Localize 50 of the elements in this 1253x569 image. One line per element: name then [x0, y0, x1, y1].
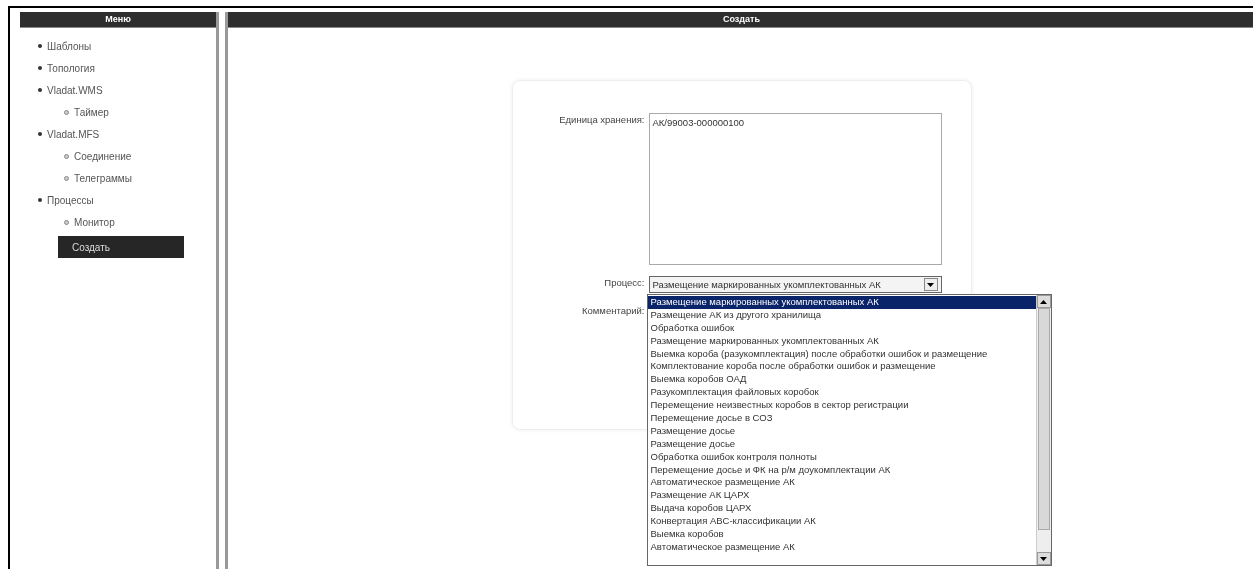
sidebar-item[interactable]: Процессы [38, 192, 94, 208]
bullet-icon [64, 219, 69, 225]
bullet-icon [64, 153, 69, 159]
bullet-icon [38, 66, 42, 70]
dropdown-option[interactable]: Разукомплектация файловых коробок [647, 386, 1036, 400]
sidebar-item[interactable]: Монитор [64, 214, 115, 230]
bullet-icon [38, 198, 42, 202]
field-label: Комментарий: [581, 304, 646, 318]
sidebar-item[interactable]: Телеграммы [64, 170, 132, 186]
bullet-icon [64, 175, 69, 181]
dropdown-option[interactable]: Автоматическое размещение АК [647, 540, 1036, 554]
sidebar-item[interactable]: Создать [58, 236, 184, 258]
bullet-icon [38, 132, 42, 136]
dropdown-option[interactable]: Размещение маркированных укомплектованных АК [647, 296, 1036, 309]
dropdown-option[interactable]: Конвертация ABC-классификации АК [647, 515, 1036, 529]
bullet-icon [38, 44, 42, 48]
dropdown-option[interactable]: Размещение АК из другого хранилища [647, 308, 1036, 322]
field-label: Единица хранения: [558, 113, 646, 127]
bullet-icon [38, 88, 42, 92]
sidebar-item[interactable]: Vladat.MFS [38, 126, 100, 142]
dropdown-option[interactable]: Перемещение досье в СОЗ [647, 412, 1036, 425]
scrollbar[interactable] [1035, 295, 1051, 565]
scroll-down-icon[interactable] [1036, 552, 1051, 565]
dropdown-option[interactable]: Перемещение досье и ФК на р/м доукомплектации АК [647, 463, 1036, 477]
dropdown-option[interactable]: Размещение АК ЦАРХ [647, 489, 1036, 503]
dropdown-option[interactable]: Перемещение неизвестных коробов в сектор регистрации [647, 399, 1036, 412]
dropdown-option[interactable]: Комплектование короба после обработки ошибок и размещение [647, 360, 1036, 374]
dropdown-option[interactable]: Выемка короба (разукомплектация) после обработки ошибок и размещение [647, 347, 1036, 361]
dropdown-option[interactable]: Обработка ошибок [647, 321, 1036, 335]
sidebar-item[interactable]: Vladat.WMS [38, 82, 103, 98]
dropdown-option[interactable]: Выемка коробов [647, 528, 1036, 541]
dropdown-option[interactable]: Размещение досье [647, 424, 1036, 438]
sidebar-item[interactable]: Топология [38, 60, 95, 76]
dropdown-option[interactable]: Размещение маркированных укомплектованных АК [647, 334, 1036, 348]
dropdown-option[interactable]: Размещение досье [647, 437, 1036, 451]
dropdown-option[interactable]: Выдача коробов ЦАРХ [647, 502, 1036, 516]
menu-header: Меню [20, 12, 216, 28]
sidebar-item[interactable]: Шаблоны [38, 38, 92, 54]
dropdown-option[interactable]: Обработка ошибок контроля полноты [647, 450, 1036, 464]
scroll-up-icon[interactable] [1036, 295, 1051, 308]
dropdown-option[interactable]: Автоматическое размещение АК [647, 476, 1036, 490]
process-dropdown[interactable]: Размещение маркированных укомплектованных АК [648, 276, 942, 293]
scroll-thumb[interactable] [1037, 308, 1050, 530]
dropdown-option[interactable]: Выемка коробов ОАД [647, 373, 1036, 387]
field-label: Процесс: [603, 276, 646, 290]
content-header: Создать [228, 12, 1253, 28]
sidebar-item[interactable]: Таймер [64, 104, 109, 120]
bullet-icon [64, 109, 69, 115]
sidebar-item[interactable]: Соединение [64, 148, 132, 164]
storage-unit-field[interactable]: АК/99003-000000100 [648, 113, 942, 265]
